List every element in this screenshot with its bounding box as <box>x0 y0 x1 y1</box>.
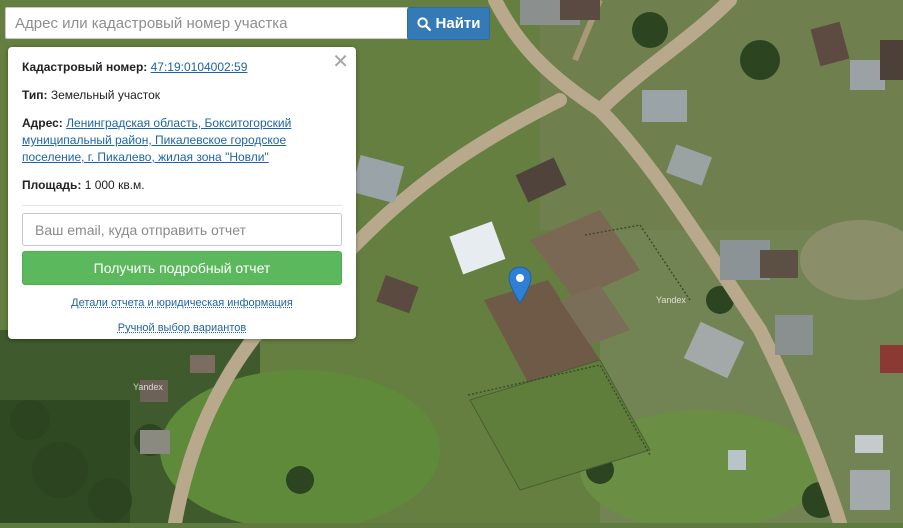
report-details-link[interactable]: Детали отчета и юридическая информация <box>71 297 293 309</box>
cadastral-row: Кадастровый номер: 47:19:0104002:59 <box>22 59 342 76</box>
close-icon[interactable]: ✕ <box>332 52 349 72</box>
cadastral-label: Кадастровый номер: <box>22 60 148 74</box>
map-pin-icon <box>508 266 532 304</box>
type-row: Тип: Земельный участок <box>22 87 342 104</box>
area-row: Площадь: 1 000 кв.м. <box>22 177 342 194</box>
type-label: Тип: <box>22 88 48 102</box>
get-report-button[interactable]: Получить подробный отчет <box>22 251 342 285</box>
area-label: Площадь: <box>22 178 82 192</box>
manual-selection-link[interactable]: Ручной выбор вариантов <box>118 322 246 334</box>
search-button[interactable]: Найти <box>407 7 490 40</box>
address-link[interactable]: Ленинградская область, Бокситогорский му… <box>22 116 291 164</box>
address-label: Адрес: <box>22 116 63 130</box>
address-row: Адрес: Ленинградская область, Бокситогор… <box>22 115 342 166</box>
area-value: 1 000 кв.м. <box>84 178 145 192</box>
map-watermark: Yandex <box>133 382 163 392</box>
email-field[interactable] <box>22 213 342 246</box>
map-pin[interactable] <box>508 266 532 304</box>
parcel-info-panel: ✕ Кадастровый номер: 47:19:0104002:59 Ти… <box>8 47 356 339</box>
map-watermark: Yandex <box>656 295 686 305</box>
search-icon <box>416 16 431 31</box>
type-value: Земельный участок <box>50 88 161 102</box>
search-input[interactable] <box>5 7 409 39</box>
search-button-label: Найти <box>435 15 481 32</box>
cadastral-number-link[interactable]: 47:19:0104002:59 <box>151 60 248 74</box>
divider <box>22 205 342 206</box>
details-link-row: Детали отчета и юридическая информация <box>22 297 342 309</box>
manual-link-row: Ручной выбор вариантов <box>22 322 342 334</box>
